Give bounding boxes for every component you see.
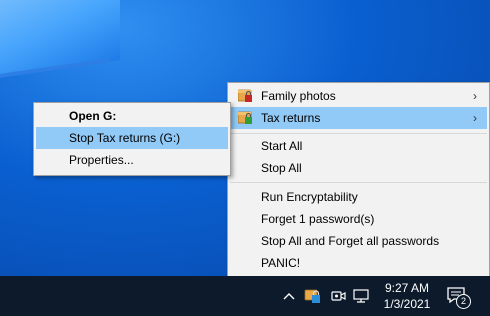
meet-now-icon[interactable] — [330, 288, 348, 304]
submenu-item-properties[interactable]: Properties... — [36, 149, 228, 171]
menu-separator — [230, 182, 487, 183]
menu-item-label: Family photos — [261, 89, 336, 103]
submenu-arrow-icon: › — [473, 89, 477, 103]
system-clock[interactable]: 9:27 AM 1/3/2021 — [377, 280, 437, 312]
menu-item-panic[interactable]: PANIC! — [230, 252, 487, 274]
submenu-arrow-icon: › — [473, 111, 477, 125]
menu-item-run-encryptability[interactable]: Run Encryptability — [230, 186, 487, 208]
menu-item-family-photos[interactable]: Family photos › — [230, 85, 487, 107]
menu-item-start-all[interactable]: Start All — [230, 135, 487, 157]
menu-item-label: PANIC! — [261, 256, 301, 270]
clock-date: 1/3/2021 — [383, 297, 431, 311]
lock-icon-green — [238, 111, 252, 124]
menu-item-forget-passwords[interactable]: Forget 1 password(s) — [230, 208, 487, 230]
menu-item-label: Start All — [261, 139, 303, 153]
notification-count-badge: 2 — [456, 294, 471, 309]
taskbar: 9:27 AM 1/3/2021 2 — [0, 276, 490, 316]
menu-separator — [230, 133, 487, 134]
submenu-item-stop-tax-returns[interactable]: Stop Tax returns (G:) — [36, 127, 228, 149]
submenu-item-open-drive[interactable]: Open G: — [36, 105, 228, 127]
menu-item-stop-all-and-forget[interactable]: Stop All and Forget all passwords — [230, 230, 487, 252]
menu-item-label: Properties... — [69, 153, 134, 167]
menu-item-stop-all[interactable]: Stop All — [230, 157, 487, 179]
menu-item-label: Open G: — [69, 109, 117, 123]
lock-icon-red — [238, 89, 252, 102]
menu-item-label: Tax returns — [261, 111, 321, 125]
clock-time: 9:27 AM — [384, 281, 430, 295]
menu-item-label: Stop Tax returns (G:) — [69, 131, 181, 145]
menu-item-tax-returns[interactable]: Tax returns › — [230, 107, 487, 129]
menu-item-label: Stop All — [261, 161, 302, 175]
menu-item-label: Run Encryptability — [261, 190, 358, 204]
encryptability-tray-icon[interactable] — [304, 288, 322, 304]
menu-item-label: Forget 1 password(s) — [261, 212, 375, 226]
tax-returns-submenu: Open G: Stop Tax returns (G:) Properties… — [33, 102, 231, 176]
notification-center-button[interactable]: 2 — [446, 286, 472, 309]
network-icon[interactable] — [352, 288, 372, 304]
tray-context-menu: Family photos › Tax returns › Start All … — [227, 82, 490, 277]
menu-item-label: Stop All and Forget all passwords — [261, 234, 440, 248]
chevron-up-icon[interactable] — [282, 290, 296, 302]
